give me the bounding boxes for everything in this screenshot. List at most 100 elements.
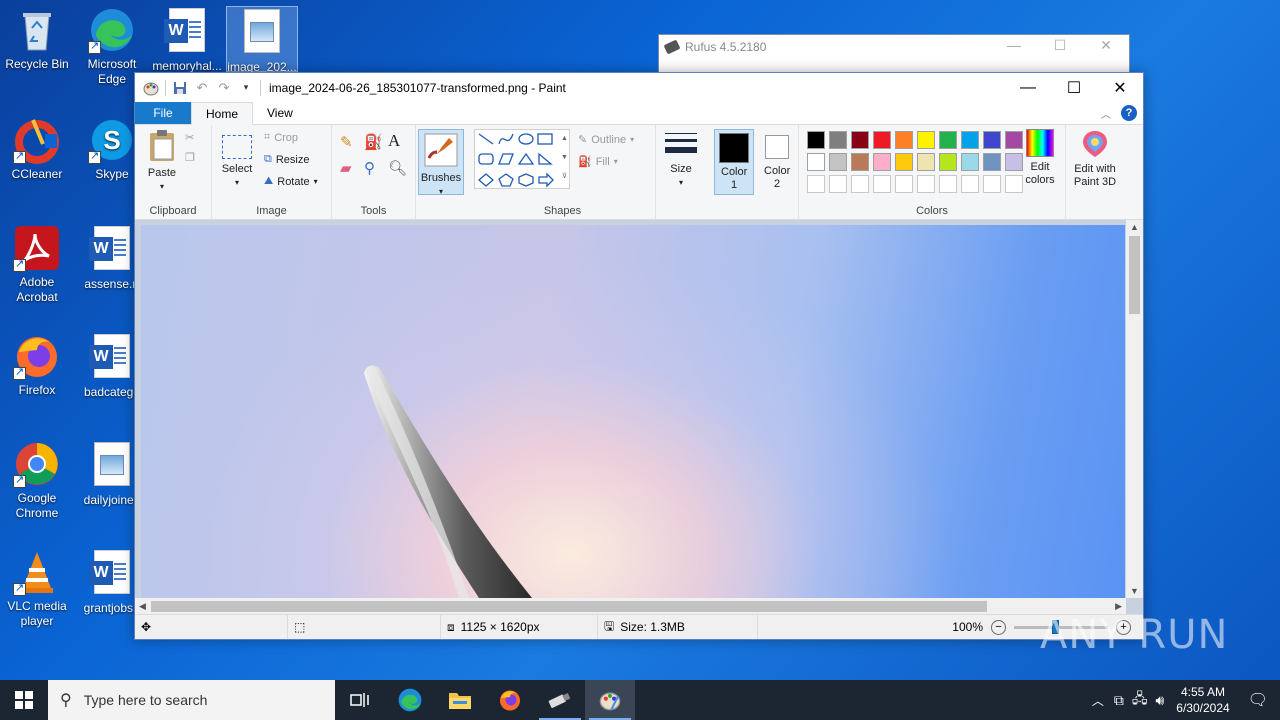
fill-bucket-icon[interactable]: ⛽ — [364, 133, 383, 151]
scroll-up-icon[interactable]: ▲ — [1130, 222, 1139, 232]
image-canvas[interactable] — [141, 225, 1125, 598]
size-button[interactable]: Size ▾ — [662, 129, 700, 189]
task-view-button[interactable] — [335, 680, 385, 720]
palette-swatch[interactable] — [851, 131, 869, 149]
custom-color-slot[interactable] — [917, 175, 935, 193]
outline-button[interactable]: ✎ Outline ▾ — [578, 133, 634, 147]
tab-view[interactable]: View — [253, 102, 307, 124]
palette-swatch[interactable] — [829, 153, 847, 171]
title-bar[interactable]: ↶ ↷ ▾ image_2024-06-26_185301077-transfo… — [135, 73, 1143, 102]
scroll-right-icon[interactable]: ▶ — [1115, 601, 1122, 612]
edit-colors-button[interactable]: Edit colors — [1021, 129, 1059, 187]
rufus-window[interactable]: Rufus 4.5.2180 — ☐ ✕ — [658, 34, 1130, 74]
color1-button[interactable]: Color 1 — [714, 129, 754, 195]
taskbar-search-box[interactable]: ⚲ Type here to search — [48, 680, 335, 720]
rufus-minimize-button[interactable]: — — [991, 37, 1037, 53]
custom-color-slot[interactable] — [873, 175, 891, 193]
palette-swatch[interactable] — [895, 131, 913, 149]
palette-swatch[interactable] — [873, 131, 891, 149]
rotate-button[interactable]: ⛰ Rotate ▾ — [264, 175, 318, 188]
maximize-button[interactable]: ☐ — [1051, 73, 1097, 102]
palette-swatch[interactable] — [939, 131, 957, 149]
taskbar-rufus[interactable] — [535, 680, 585, 720]
network-icon[interactable]: 🖧︎ — [1128, 688, 1152, 712]
palette-swatch[interactable] — [961, 131, 979, 149]
scroll-down-icon[interactable]: ▼ — [1130, 586, 1139, 596]
palette-swatch[interactable] — [873, 153, 891, 171]
desktop-icon-image[interactable]: image_202... — [226, 6, 298, 74]
minimize-button[interactable]: — — [1005, 73, 1051, 102]
desktop-icon-chrome[interactable]: Google Chrome — [0, 440, 74, 521]
magnifier-icon[interactable]: 🔍︎ — [388, 159, 407, 177]
horizontal-scrollbar[interactable]: ◀ ▶ — [135, 598, 1126, 615]
select-button[interactable]: Select ▾ — [220, 129, 254, 189]
palette-swatch[interactable] — [983, 153, 1001, 171]
paste-button[interactable]: Paste ▾ — [143, 129, 181, 193]
taskbar-firefox[interactable] — [485, 680, 535, 720]
fill-button[interactable]: ⛽ Fill ▾ — [578, 155, 618, 169]
palette-swatch[interactable] — [807, 153, 825, 171]
help-icon[interactable]: ? — [1121, 105, 1137, 121]
tab-home[interactable]: Home — [191, 102, 254, 125]
volume-icon[interactable]: 🔊︎ — [1151, 692, 1168, 709]
crop-button[interactable]: ⌗ Crop — [264, 131, 298, 144]
start-button[interactable] — [0, 680, 48, 720]
color2-button[interactable]: Color 2 — [759, 129, 795, 191]
text-tool-icon[interactable]: A — [388, 131, 400, 151]
cut-icon[interactable]: ✂ — [185, 131, 194, 144]
pencil-icon[interactable]: ✎ — [340, 133, 353, 151]
custom-color-slot[interactable] — [829, 175, 847, 193]
vertical-scroll-thumb[interactable] — [1129, 236, 1140, 314]
taskbar-paint[interactable] — [585, 680, 635, 720]
eraser-icon[interactable]: ▰ — [340, 159, 352, 177]
palette-swatch[interactable] — [807, 131, 825, 149]
notifications-icon[interactable]: 🗨︎ — [1242, 690, 1280, 710]
save-icon[interactable] — [172, 80, 188, 96]
desktop-icon-ccleaner[interactable]: CCleaner — [0, 116, 74, 182]
shapes-gallery[interactable] — [474, 129, 570, 189]
edit-with-paint3d-button[interactable]: Edit with Paint 3D — [1069, 129, 1121, 189]
custom-color-slot[interactable] — [983, 175, 1001, 193]
palette-swatch[interactable] — [851, 153, 869, 171]
close-button[interactable]: ✕ — [1097, 73, 1143, 102]
palette-swatch[interactable] — [983, 131, 1001, 149]
desktop-icon-acrobat[interactable]: Adobe Acrobat — [0, 224, 74, 305]
custom-color-slot[interactable] — [851, 175, 869, 193]
custom-color-slot[interactable] — [895, 175, 913, 193]
custom-color-slot[interactable] — [961, 175, 979, 193]
custom-color-slot[interactable] — [939, 175, 957, 193]
clock[interactable]: 4:55 AM 6/30/2024 — [1176, 684, 1229, 716]
undo-icon[interactable]: ↶ — [194, 80, 210, 96]
resize-button[interactable]: ⧉ Resize — [264, 153, 309, 166]
brushes-button[interactable]: Brushes ▾ — [418, 129, 464, 196]
paint-window[interactable]: ↶ ↷ ▾ image_2024-06-26_185301077-transfo… — [134, 72, 1144, 640]
desktop-icon-memoryhal[interactable]: W memoryhal... — [150, 6, 224, 74]
palette-swatch[interactable] — [917, 131, 935, 149]
shapes-scroll[interactable]: ▲ ▼ ⊽ — [559, 129, 570, 189]
custom-color-slot[interactable] — [807, 175, 825, 193]
taskbar-edge[interactable] — [385, 680, 435, 720]
palette-swatch[interactable] — [917, 153, 935, 171]
desktop-icon-vlc[interactable]: VLC media player — [0, 548, 74, 629]
palette-swatch[interactable] — [829, 131, 847, 149]
scroll-left-icon[interactable]: ◀ — [139, 601, 146, 612]
tab-file[interactable]: File — [135, 102, 191, 124]
vertical-scrollbar[interactable]: ▲ ▼ — [1126, 220, 1143, 598]
desktop-icon-firefox[interactable]: Firefox — [0, 332, 74, 398]
taskbar-file-explorer[interactable] — [435, 680, 485, 720]
horizontal-scroll-thumb[interactable] — [151, 601, 987, 612]
collapse-ribbon-icon[interactable]: ︿ — [1101, 106, 1111, 121]
canvas-area[interactable]: ▲ ▼ ◀ ▶ — [135, 220, 1143, 615]
redo-icon[interactable]: ↷ — [216, 80, 232, 96]
desktop-icon-recycle-bin[interactable]: Recycle Bin — [0, 6, 74, 72]
network-device-icon[interactable]: ⧉ — [1110, 692, 1128, 709]
customize-qat-icon[interactable]: ▾ — [238, 80, 254, 96]
palette-swatch[interactable] — [939, 153, 957, 171]
palette-swatch[interactable] — [961, 153, 979, 171]
color-picker-icon[interactable]: ⚲ — [364, 159, 375, 177]
copy-icon[interactable]: ❐ — [185, 151, 195, 164]
rufus-close-button[interactable]: ✕ — [1083, 37, 1129, 54]
palette-swatch[interactable] — [895, 153, 913, 171]
rufus-maximize-button[interactable]: ☐ — [1037, 37, 1083, 54]
show-hidden-icons-icon[interactable]: ︿ — [1086, 692, 1110, 709]
